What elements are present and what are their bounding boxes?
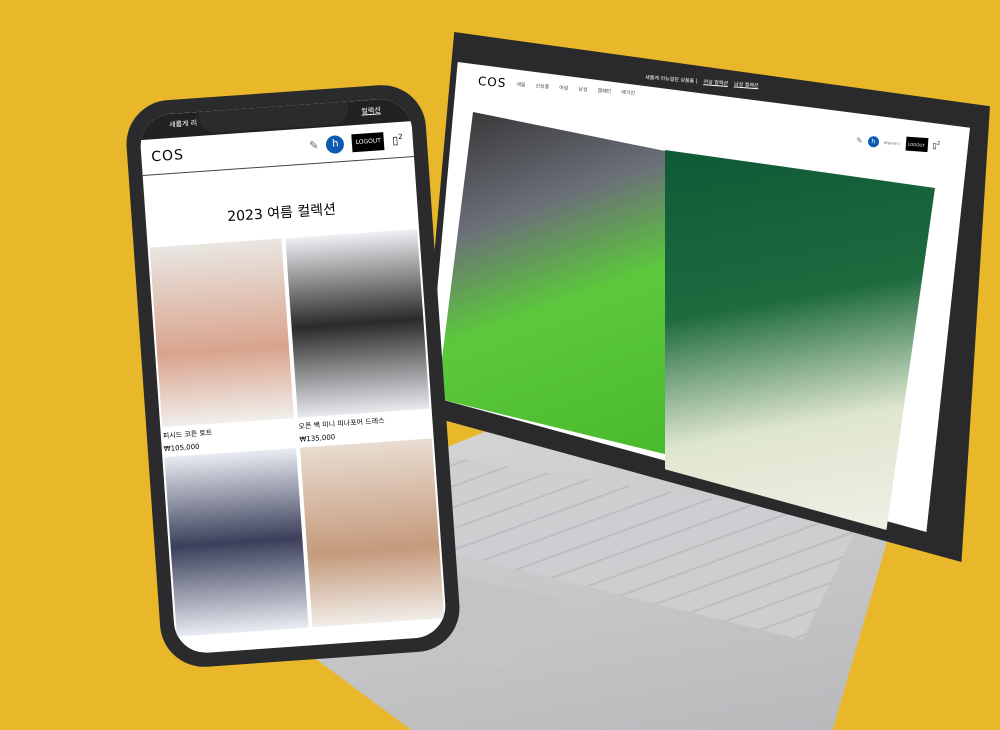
cart-count: 2 xyxy=(936,140,941,148)
cart-icon[interactable]: ▯2 xyxy=(392,132,403,146)
product-grid: 피시드 코튼 토트 ₩105,000 오픈 백 미니 피나포어 드레스 ₩135,0… xyxy=(148,228,447,637)
avatar[interactable]: h xyxy=(867,135,880,148)
nav-item[interactable]: 캠페인 xyxy=(597,86,611,94)
avatar[interactable]: h xyxy=(325,134,345,154)
nav-item[interactable]: 여성 xyxy=(559,84,569,92)
logo[interactable]: COS xyxy=(477,74,506,90)
edit-icon[interactable]: ✎ xyxy=(856,136,863,145)
product-image[interactable] xyxy=(300,438,445,628)
product-card[interactable] xyxy=(300,438,445,628)
product-card[interactable]: 피시드 코튼 토트 ₩105,000 xyxy=(149,238,296,453)
logout-button[interactable]: LOGOUT xyxy=(351,131,385,152)
logout-button[interactable]: LOGOUT xyxy=(905,136,928,153)
nav-item[interactable]: 매거진 xyxy=(621,88,635,96)
product-card[interactable] xyxy=(164,447,309,637)
banner-text: 새롭게 리 xyxy=(168,119,198,130)
logo[interactable]: COS xyxy=(151,138,302,165)
phone-screen: 새롭게 리 컬렉션 COS ✎ h LOGOUT ▯2 2023 여름 컬렉션 … xyxy=(138,97,448,655)
edit-icon[interactable]: ✎ xyxy=(309,139,319,153)
nav-item[interactable]: 남성 xyxy=(578,85,588,93)
page-title: 2023 여름 컬렉션 xyxy=(226,201,337,226)
product-image[interactable] xyxy=(149,238,294,428)
phone: 새롭게 리 컬렉션 COS ✎ h LOGOUT ▯2 2023 여름 컬렉션 … xyxy=(123,82,463,670)
cart-count: 2 xyxy=(397,132,403,141)
banner-link[interactable]: 컬렉션 xyxy=(361,105,381,118)
product-card[interactable]: 오픈 백 미니 피나포어 드레스 ₩135,000 xyxy=(285,228,431,444)
product-image[interactable] xyxy=(164,447,309,637)
cart-icon[interactable]: ▯2 xyxy=(932,141,940,151)
hero-image-green-dress xyxy=(437,112,677,457)
nav-item[interactable]: 신상품 xyxy=(535,82,549,90)
user-name[interactable]: hfamm / xyxy=(884,140,901,146)
nav-item[interactable]: 세일 xyxy=(516,80,526,88)
product-image[interactable] xyxy=(285,228,430,418)
